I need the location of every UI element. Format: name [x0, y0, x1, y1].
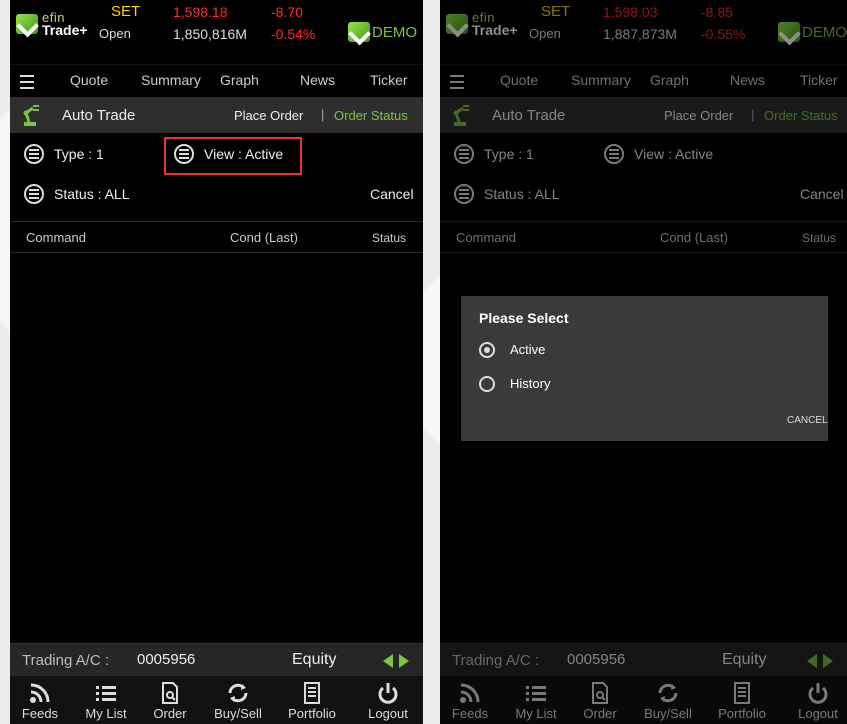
rss-icon: [30, 683, 50, 703]
tab-label: My List: [85, 706, 127, 721]
tab-label: Logout: [368, 706, 408, 721]
divider: [10, 221, 423, 222]
tab-buy-sell[interactable]: Buy/Sell: [208, 676, 268, 721]
market-volume: 1,850,816M: [173, 26, 247, 42]
option-active[interactable]: Active: [461, 336, 828, 362]
col-status: Status: [372, 231, 407, 245]
tab-label: Portfolio: [288, 706, 336, 721]
account-number: 0005956: [137, 651, 196, 668]
tab-feeds[interactable]: Feeds: [10, 676, 70, 721]
status-label: Status : ALL: [54, 186, 130, 202]
dialog-cancel-button[interactable]: CANCEL: [787, 415, 828, 426]
col-command: Command: [26, 230, 86, 245]
tab-label: Buy/Sell: [214, 706, 262, 721]
app-logo: efin Trade+: [16, 10, 96, 40]
logo-icon: [16, 14, 38, 34]
tab-news[interactable]: News: [300, 72, 335, 88]
session-status: Open: [99, 26, 131, 41]
cancel-button[interactable]: Cancel: [370, 186, 414, 202]
exchange-icon: [228, 683, 248, 703]
list-icon: [24, 184, 44, 204]
tab-graph[interactable]: Graph: [220, 72, 259, 88]
index-name: SET: [111, 3, 141, 20]
radio-checked-icon: [479, 342, 495, 358]
phone-screen-left: efin Trade+ SET 1,598.18 -8.70 Open 1,85…: [10, 0, 423, 724]
index-change-pct: -0.54%: [271, 26, 316, 42]
section-title: Auto Trade: [62, 107, 136, 124]
index-change: -8.70: [271, 4, 303, 20]
demo-logo-icon: [348, 22, 370, 42]
tab-order[interactable]: Order: [140, 676, 200, 721]
dialog-title: Please Select: [479, 310, 569, 326]
tab-label: Order: [153, 706, 187, 721]
type-label: Type : 1: [54, 146, 104, 162]
logo-text-trade: Trade+: [42, 22, 88, 38]
tab-label: Feeds: [21, 706, 59, 721]
bottom-tab-bar: Feeds My List Order Buy/Sell Portfolio L…: [10, 676, 423, 724]
radio-unchecked-icon: [479, 376, 495, 392]
col-cond: Cond (Last): [230, 230, 298, 245]
portfolio-icon: [304, 682, 320, 704]
status-filter[interactable]: Status : ALL: [10, 180, 423, 210]
tab-logout[interactable]: Logout: [358, 676, 418, 721]
order-document-icon: [162, 682, 178, 704]
section-bar: Auto Trade Place Order | Order Status: [10, 97, 423, 133]
tab-summary[interactable]: Summary: [141, 72, 201, 88]
tab-ticker[interactable]: Ticker: [370, 72, 408, 88]
tab-quote[interactable]: Quote: [70, 72, 108, 88]
account-label: Trading A/C :: [22, 652, 109, 669]
list-icon: [96, 686, 116, 701]
option-history[interactable]: History: [461, 370, 828, 396]
tab-my-list[interactable]: My List: [76, 676, 136, 721]
phone-screen-right: efin Trade+ SET 1,598.03 -8.85 Open 1,88…: [440, 0, 847, 724]
order-status-link[interactable]: Order Status: [334, 108, 408, 123]
robot-arm-icon: [23, 105, 39, 126]
tab-portfolio[interactable]: Portfolio: [282, 676, 342, 721]
select-dialog: Please Select Active History CANCEL: [461, 296, 828, 441]
account-bar: Trading A/C : 0005956 Equity: [10, 643, 423, 676]
separator: |: [321, 107, 325, 122]
index-value: 1,598.18: [173, 4, 228, 20]
place-order-link[interactable]: Place Order: [234, 108, 303, 123]
market-header: efin Trade+ SET 1,598.18 -8.70 Open 1,85…: [10, 0, 423, 44]
switch-arrows-icon[interactable]: [383, 654, 409, 668]
account-type[interactable]: Equity: [292, 651, 336, 669]
divider: [10, 252, 423, 253]
nav-tabs: Quote Summary Graph News Ticker: [10, 64, 423, 95]
demo-label: DEMO: [372, 24, 417, 41]
option-label: Active: [510, 342, 546, 357]
option-label: History: [510, 376, 551, 391]
menu-icon[interactable]: [20, 75, 34, 89]
power-icon: [378, 683, 398, 704]
list-icon: [24, 144, 44, 164]
highlight-box: [164, 137, 302, 175]
